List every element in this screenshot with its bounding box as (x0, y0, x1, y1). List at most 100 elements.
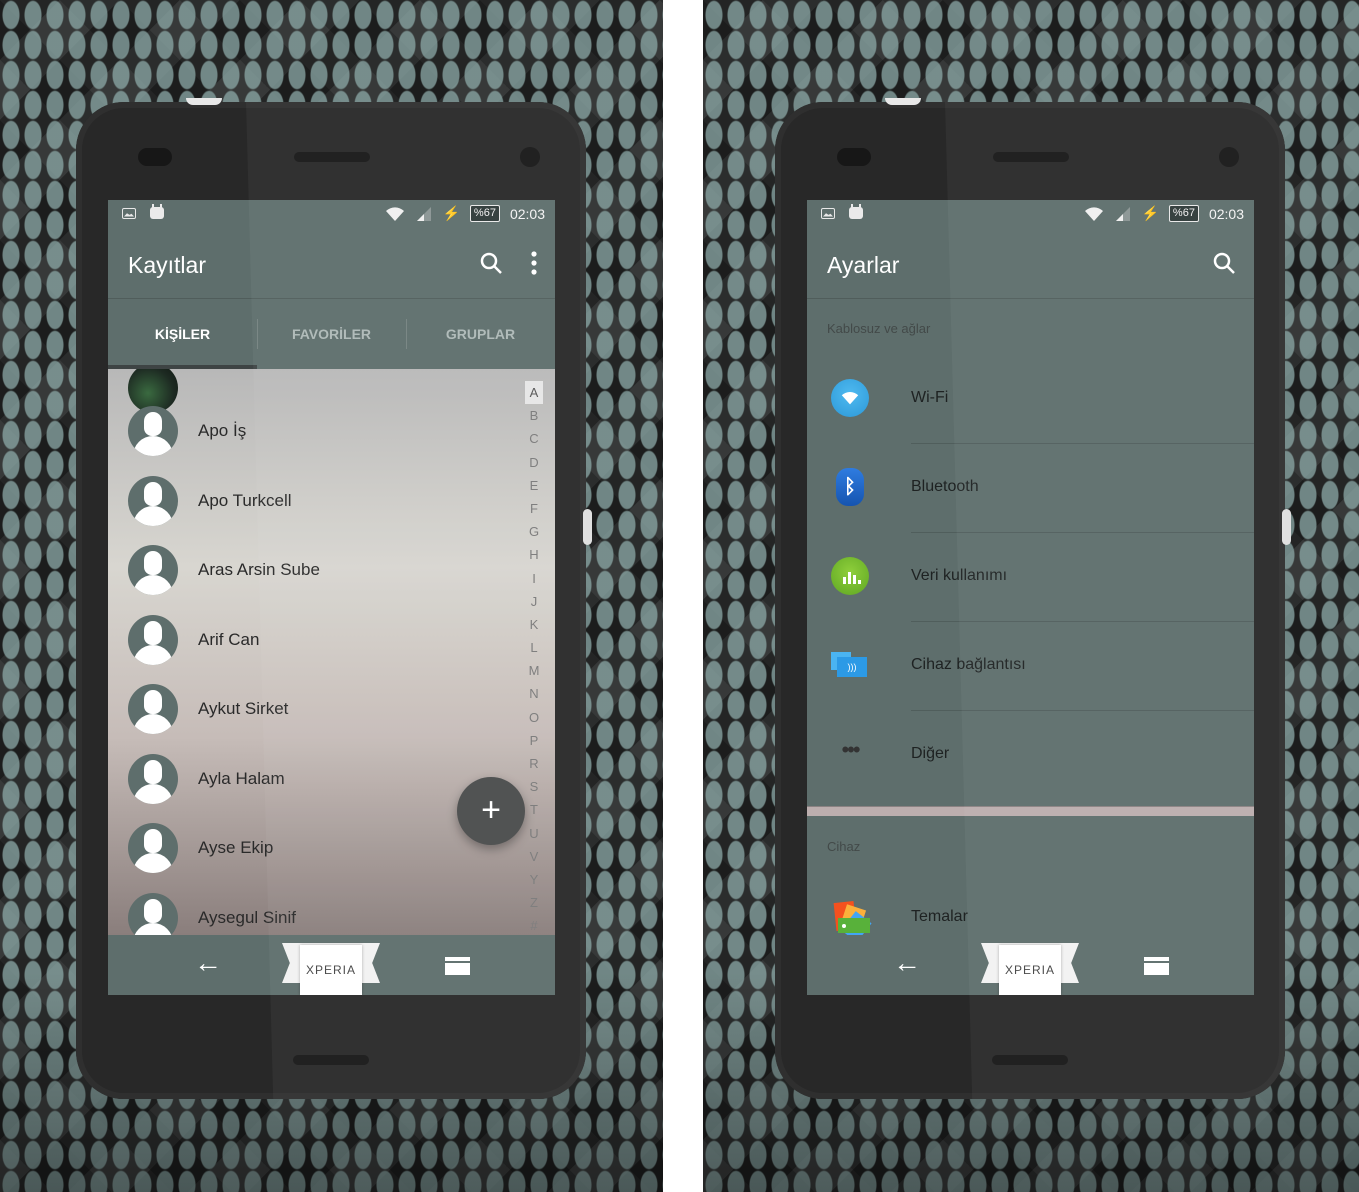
alphabet-index-letter[interactable]: U (529, 822, 538, 845)
wifi-icon (386, 206, 405, 221)
contact-name: Apo Turkcell (198, 490, 292, 510)
avatar (128, 545, 178, 595)
battery-indicator: %67 (469, 205, 500, 222)
cell-signal-icon (1116, 206, 1131, 221)
navigation-bar: ← XPERIA (108, 935, 555, 995)
contact-row[interactable]: Apo İş (108, 396, 515, 466)
contact-row[interactable]: Ayla Halam (108, 744, 515, 814)
alphabet-index-letter[interactable]: I (532, 567, 536, 590)
alphabet-index-letter[interactable]: R (529, 752, 538, 775)
settings-screen: ⚡ %67 02:03 Ayarlar Kablosuz ve ağlar Wi… (807, 200, 1254, 995)
xperia-home-button[interactable]: XPERIA (981, 941, 1079, 995)
alphabet-index-letter[interactable]: L (530, 636, 537, 659)
alphabet-index-letter[interactable]: B (530, 404, 539, 427)
power-button (186, 98, 222, 105)
alphabet-index-letter[interactable]: M (529, 659, 540, 682)
contact-name: Aras Arsin Sube (198, 560, 320, 579)
tab-bar: KİŞİLER FAVORİLER GRUPLAR (108, 299, 555, 369)
charging-bolt-icon: ⚡ (442, 205, 460, 221)
recent-apps-icon[interactable] (1144, 957, 1169, 975)
alphabet-index-letter[interactable]: A (525, 381, 543, 405)
search-icon[interactable] (479, 251, 503, 275)
clock: 02:03 (1208, 205, 1244, 222)
alphabet-index-letter[interactable]: Z (530, 891, 538, 914)
xperia-home-button[interactable]: XPERIA (282, 941, 380, 995)
alphabet-index-letter[interactable]: J (531, 590, 538, 613)
settings-showcase-panel: ⚡ %67 02:03 Ayarlar Kablosuz ve ağlar Wi… (703, 0, 1359, 1192)
contact-row[interactable]: Aykut Sirket (108, 674, 515, 744)
contact-name: Arif Can (198, 629, 260, 649)
alphabet-index-letter[interactable]: N (529, 682, 538, 705)
image-notification-icon (122, 207, 136, 219)
app-bar: Kayıtlar (108, 230, 555, 298)
settings-item-label: Wi-Fi (911, 389, 949, 406)
page-title: Ayarlar (827, 252, 900, 278)
app-bar: Ayarlar (807, 230, 1254, 298)
settings-item-label: Bluetooth (911, 478, 979, 495)
settings-item-label: Temalar (911, 908, 968, 925)
alphabet-index-letter[interactable]: S (530, 775, 539, 798)
alphabet-index-letter[interactable]: C (529, 427, 538, 450)
page-title: Kayıtlar (128, 252, 206, 278)
tab-contacts[interactable]: KİŞİLER (108, 299, 257, 369)
back-arrow-icon[interactable]: ← (194, 949, 222, 977)
clock: 02:03 (509, 205, 545, 222)
tab-groups[interactable]: GRUPLAR (406, 299, 555, 369)
contact-name: Ayla Halam (198, 768, 285, 788)
avatar (128, 892, 178, 935)
recent-apps-icon[interactable] (445, 957, 470, 975)
section-header-wireless: Kablosuz ve ağlar (827, 321, 931, 336)
themes-icon (831, 898, 872, 943)
alphabet-index-letter[interactable]: K (530, 613, 539, 636)
alphabet-index-letter[interactable]: E (530, 474, 539, 497)
earpiece-speaker (294, 152, 370, 162)
alphabet-index-letter[interactable]: D (529, 451, 538, 474)
contact-row[interactable]: Aysegul Sinif (108, 883, 515, 935)
device-connection-icon (831, 646, 869, 684)
avatar (128, 406, 178, 456)
settings-item-bluetooth[interactable]: ᛒ Bluetooth (807, 444, 1254, 533)
alphabet-index-letter[interactable]: G (529, 520, 539, 543)
back-arrow-icon[interactable]: ← (893, 949, 921, 977)
cell-signal-icon (417, 206, 432, 221)
contact-name: Aykut Sirket (198, 699, 289, 718)
contact-row[interactable]: Ayse Ekip (108, 813, 515, 883)
search-icon[interactable] (1212, 251, 1236, 275)
alphabet-index-letter[interactable]: V (530, 845, 539, 868)
alphabet-index-letter[interactable]: T (530, 798, 538, 821)
tab-favorites[interactable]: FAVORİLER (257, 299, 406, 369)
settings-item-device-connection[interactable]: Cihaz bağlantısı (807, 622, 1254, 711)
add-contact-button[interactable]: + (457, 777, 525, 845)
contact-name: Aysegul Sinif (198, 907, 296, 927)
avatar (128, 475, 178, 526)
overflow-menu-icon[interactable] (531, 251, 537, 275)
alphabet-index-scroller[interactable]: A B C D E F G H I J K L M N O P R S T U V Y Z # (525, 381, 543, 935)
phone-frame: ⚡ %67 02:03 Ayarlar Kablosuz ve ağlar Wi… (775, 98, 1291, 1099)
alphabet-index-letter[interactable]: Y (530, 868, 539, 891)
contact-list: Apo İş Apo Turkcell Aras Arsin Sube Arif… (108, 369, 555, 935)
contact-name: Ayse Ekip (198, 838, 274, 857)
contact-row[interactable]: Arif Can (108, 605, 515, 675)
contact-name: Apo İş (198, 421, 247, 440)
xperia-logo: XPERIA (300, 945, 362, 995)
alphabet-index-letter[interactable]: # (530, 914, 537, 935)
settings-item-wifi[interactable]: Wi-Fi (807, 355, 1254, 444)
phone-frame: ⚡ %67 02:03 Kayıtlar KİŞİLER FAVORİLER G… (76, 98, 592, 1099)
alphabet-index-letter[interactable]: P (530, 729, 539, 752)
alphabet-index-letter[interactable]: H (529, 543, 538, 566)
settings-item-more[interactable]: ••• Diğer (807, 711, 1254, 800)
side-button (1282, 509, 1291, 545)
proximity-sensor (138, 148, 172, 166)
contact-row[interactable]: Aras Arsin Sube (108, 535, 515, 605)
earpiece-speaker (993, 152, 1069, 162)
android-bot-icon (849, 204, 863, 219)
settings-item-data-usage[interactable]: Veri kullanımı (807, 533, 1254, 622)
alphabet-index-letter[interactable]: O (529, 706, 539, 729)
more-dots-icon: ••• (841, 737, 860, 762)
alphabet-index-letter[interactable]: F (530, 497, 538, 520)
charging-bolt-icon: ⚡ (1141, 205, 1159, 221)
contact-row[interactable]: Apo Turkcell (108, 466, 515, 536)
section-header-device: Cihaz (827, 839, 861, 854)
front-camera (1219, 147, 1239, 167)
front-camera (520, 147, 540, 167)
